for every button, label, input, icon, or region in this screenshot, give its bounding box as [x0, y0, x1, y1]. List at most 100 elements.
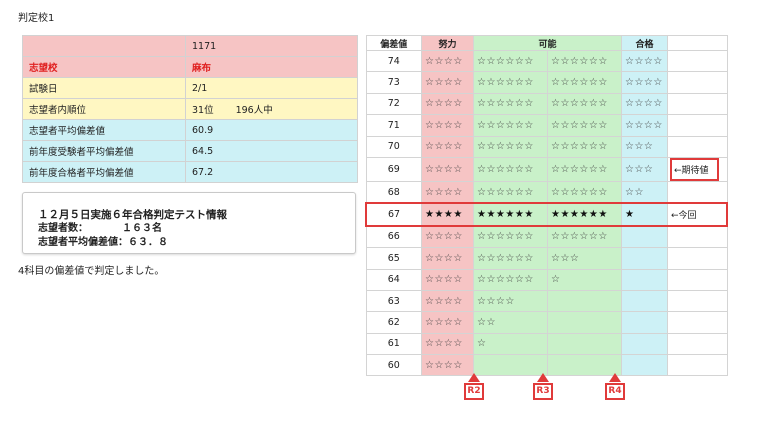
judgement-row: 65 ☆☆☆☆ ☆☆☆☆☆☆ ☆☆☆ [365, 247, 728, 270]
deviation-cell-cell: 70 [365, 135, 422, 158]
effort-stars: ☆☆☆☆ [425, 316, 463, 328]
test-info-title: １２月５日実施６年合格判定テスト情報 [38, 209, 227, 221]
judgement-row: 64 ☆☆☆☆ ☆☆☆☆☆☆ ☆ [365, 268, 728, 291]
school-code-value: 1171 [185, 35, 358, 57]
judgement-body: 74 ☆☆☆☆ ☆☆☆☆☆☆ ☆☆☆☆☆☆ ☆☆☆☆ 73 ☆☆☆☆ ☆☆☆☆☆☆ ☆☆☆☆☆☆… [365, 49, 728, 377]
deviation-cell: 62 [387, 316, 400, 328]
deviation-cell-cell: 74 [365, 49, 422, 73]
header-effort: 努力 [421, 35, 474, 51]
school-code-row: 1171 [22, 35, 358, 57]
possible-stars-2-cell: ☆☆☆☆☆☆ [547, 49, 622, 73]
pass-stars: ☆☆☆ [625, 141, 654, 153]
effort-stars-cell: ☆☆☆☆ [421, 247, 474, 270]
possible-stars-2-cell: ☆☆☆☆☆☆ [547, 180, 622, 204]
effort-stars: ☆☆☆☆ [425, 119, 463, 131]
effort-stars: ☆☆☆☆ [425, 77, 463, 89]
deviation-cell-cell: 71 [365, 114, 422, 137]
pass-stars-cell [621, 289, 668, 313]
effort-stars-cell: ☆☆☆☆ [421, 135, 474, 158]
deviation-cell-cell: 65 [365, 247, 422, 270]
possible-stars-1-cell: ☆☆☆☆☆☆ [473, 180, 548, 204]
prev-pass-label: 前年度合格者平均偏差値 [22, 161, 186, 183]
school-code-label [22, 35, 186, 57]
deviation-cell: 67 [387, 209, 401, 221]
row-annotation-cell [667, 114, 728, 137]
avg-dev-label: 志望者平均偏差値 [22, 119, 186, 141]
deviation-cell-cell: 60 [365, 354, 422, 377]
possible-stars-1: ☆☆☆☆☆☆ [477, 252, 534, 264]
judgement-header-row: 偏差値 努力 可能 合格 [365, 35, 728, 51]
pass-stars-cell: ☆☆☆☆ [621, 114, 668, 137]
pass-stars-cell [621, 247, 668, 270]
row-annotation-cell [667, 354, 728, 377]
possible-stars-1: ☆☆☆☆☆☆ [477, 55, 534, 67]
pass-stars-cell: ☆☆☆☆ [621, 71, 668, 94]
possible-stars-2-cell: ☆☆☆☆☆☆ [547, 225, 622, 249]
possible-stars-1: ★★★★★★ [477, 209, 534, 221]
row-annotation-cell [667, 225, 728, 249]
prev-pass-row: 前年度合格者平均偏差値 67.2 [22, 161, 358, 183]
effort-stars-cell: ☆☆☆☆ [421, 49, 474, 73]
row-annotation-cell [667, 268, 728, 291]
effort-stars-cell: ☆☆☆☆ [421, 92, 474, 116]
possible-stars-1: ☆☆☆☆☆☆ [477, 231, 534, 243]
deviation-cell: 61 [387, 338, 400, 350]
possible-stars-2: ★★★★★★ [551, 209, 608, 221]
deviation-cell-cell: 62 [365, 311, 422, 334]
effort-stars-cell: ☆☆☆☆ [421, 156, 474, 182]
deviation-cell: 65 [387, 252, 400, 264]
possible-stars-1: ☆☆ [477, 316, 496, 328]
deviation-cell: 63 [387, 295, 400, 307]
applicants-label: 志望者数： [38, 223, 88, 234]
possible-stars-1: ☆ [477, 338, 487, 350]
effort-stars-cell: ☆☆☆☆ [421, 332, 474, 356]
possible-stars-2-cell [547, 311, 622, 334]
row-annotation-cell: ←今回 [667, 202, 728, 227]
effort-stars: ★★★★ [425, 209, 463, 221]
possible-stars-2: ☆☆☆☆☆☆ [551, 77, 608, 89]
effort-stars: ☆☆☆☆ [425, 359, 463, 371]
possible-stars-1-cell: ☆☆☆☆☆☆ [473, 49, 548, 73]
effort-stars-cell: ☆☆☆☆ [421, 71, 474, 94]
effort-stars: ☆☆☆☆ [425, 274, 463, 286]
row-annotation-cell [667, 135, 728, 158]
deviation-cell-cell: 67 [365, 202, 422, 227]
row-annotation-cell [667, 289, 728, 313]
possible-stars-2-cell [547, 332, 622, 356]
effort-stars-cell: ☆☆☆☆ [421, 114, 474, 137]
row-annotation: ←今回 [671, 211, 697, 222]
possible-stars-1-cell: ☆☆☆☆☆☆ [473, 114, 548, 137]
applicant-avg-label: 志望者平均偏差値： [38, 237, 128, 248]
possible-stars-2: ☆☆☆☆☆☆ [551, 231, 608, 243]
effort-stars-cell: ☆☆☆☆ [421, 268, 474, 291]
possible-stars-1: ☆☆☆☆☆☆ [477, 77, 534, 89]
judgement-row: 73 ☆☆☆☆ ☆☆☆☆☆☆ ☆☆☆☆☆☆ ☆☆☆☆ [365, 71, 728, 94]
deviation-cell: 60 [387, 359, 400, 371]
pass-stars-cell [621, 268, 668, 291]
possible-stars-2: ☆☆☆☆☆☆ [551, 186, 608, 198]
rank-row: 志望者内順位 31位 196人中 [22, 98, 358, 120]
deviation-cell: 64 [387, 274, 400, 286]
rank-total: 196人中 [235, 105, 273, 116]
possible-stars-2: ☆☆☆☆☆☆ [551, 119, 608, 131]
row-annotation-cell [667, 332, 728, 356]
effort-stars-cell: ☆☆☆☆ [421, 311, 474, 334]
possible-stars-1-cell: ★★★★★★ [473, 202, 548, 227]
rank-cell: 31位 196人中 [185, 98, 358, 120]
row-annotation-cell: ←期待値 [667, 156, 728, 182]
possible-stars-1-cell: ☆☆☆☆☆☆ [473, 71, 548, 94]
row-annotation-cell [667, 49, 728, 73]
header-blank [667, 35, 728, 51]
effort-stars-cell: ☆☆☆☆ [421, 289, 474, 313]
row-annotation-cell [667, 311, 728, 334]
pass-stars-cell: ☆☆☆ [621, 135, 668, 158]
marker-r3-arrow-icon [537, 373, 549, 382]
deviation-cell: 70 [387, 141, 400, 153]
possible-stars-1-cell: ☆☆☆☆☆☆ [473, 225, 548, 249]
deviation-cell: 73 [387, 77, 400, 89]
rank-label: 志望者内順位 [22, 98, 186, 120]
pass-stars-cell: ☆☆ [621, 180, 668, 204]
prev-exam-label: 前年度受験者平均偏差値 [22, 140, 186, 162]
possible-stars-1: ☆☆☆☆☆☆ [477, 141, 534, 153]
possible-stars-2: ☆ [551, 274, 561, 286]
